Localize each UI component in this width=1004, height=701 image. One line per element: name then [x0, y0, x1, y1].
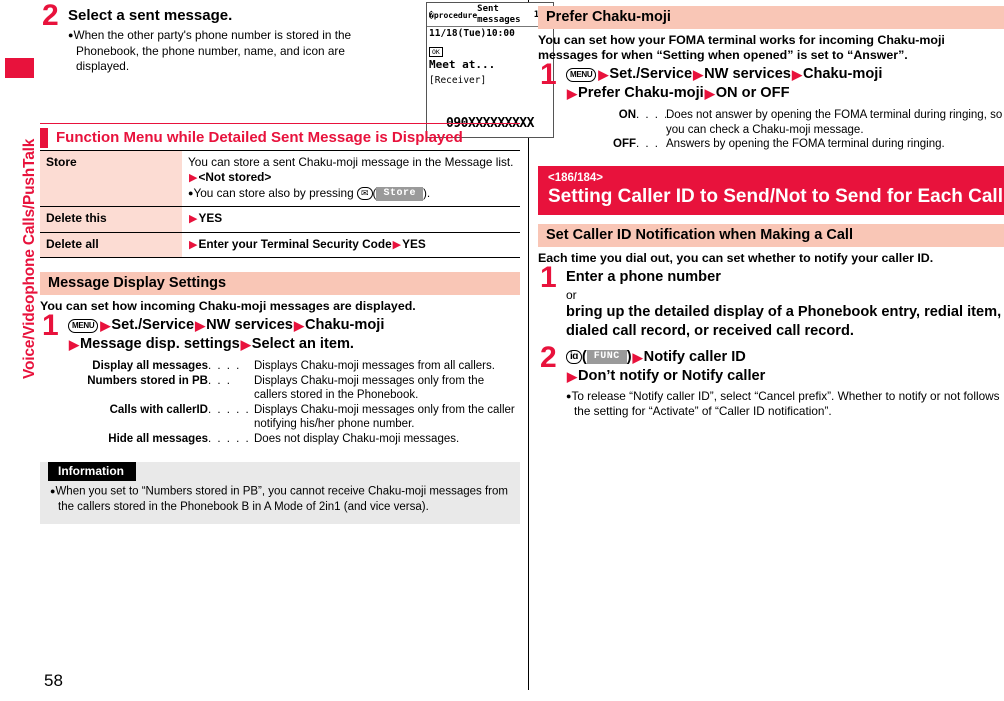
chapter-sidebar: Voice/Videophone Calls/PushTalk: [0, 0, 38, 701]
section-title: Setting Caller ID to Send/Not to Send fo…: [548, 185, 1003, 207]
list-item: Hide all messages . . . . . . . Does not…: [108, 432, 460, 445]
antenna-icon: �procedure: [429, 10, 478, 20]
list-item: Display all messages . . . . Displays Ch…: [92, 360, 495, 373]
list-item: Calls with callerID . . . . . . . Displa…: [109, 403, 515, 431]
step-message-display-settings: 1 MENU ▶ Set./Service ▶ NW services ▶ Chaku…: [40, 311, 520, 446]
arrow-icon: ▶: [598, 67, 609, 82]
information-box: Information ●When you set to “Numbers st…: [40, 462, 520, 524]
message-display-lead: You can set how incoming Chaku-moji mess…: [40, 299, 416, 314]
store-button-glyph: Store: [376, 186, 423, 201]
table-row: Delete all ▶Enter your Terminal Security…: [40, 232, 520, 259]
chapter-title-vertical: Voice/Videophone Calls/PushTalk: [21, 138, 38, 379]
step-path-line-2: ▶ Message disp. settings ▶ Select an item.: [69, 336, 354, 353]
step-line-or: or: [566, 287, 577, 302]
message-display-options: Display all messages . . . . Displays Ch…: [68, 359, 520, 446]
set-caller-id-lead: Each time you dial out, you can set whet…: [538, 250, 934, 265]
step-number: 2: [540, 340, 557, 374]
envelope-icon: ✉: [356, 187, 373, 201]
store-desc-line: You can store a sent Chaku-moji message …: [188, 154, 514, 169]
step-bullet: ●When the other party's phone number is …: [68, 28, 352, 74]
prefer-chaku-moji-options: ON . . . . Does not answer by opening th…: [600, 108, 1004, 152]
phone-screen-date: 11/18(Tue)10:00: [429, 28, 515, 39]
table-row: Delete this ▶YES: [40, 206, 520, 233]
arrow-icon: ▶: [567, 86, 577, 101]
list-item: OFF . . . Answers by opening the FOMA te…: [613, 138, 945, 150]
store-press-line: ●You can store also by pressing ✉(Store)…: [188, 185, 431, 201]
step-number: 1: [540, 260, 557, 294]
page-number: 58: [44, 671, 63, 690]
list-item: ON . . . . Does not answer by opening th…: [618, 109, 1003, 136]
arrow-icon: ▶: [189, 238, 198, 251]
step-path-line-1: MENU ▶ Set./Service ▶ NW services ▶ Chaku-m…: [68, 316, 520, 335]
table-cell-value: You can store a sent Chaku-moji message …: [182, 149, 520, 208]
phone-screen-title: Sent messages: [477, 4, 521, 25]
arrow-icon: ▶: [189, 213, 198, 226]
phone-screen-mock: �procedure Sent messages 1/7 11/18(Tue)1…: [426, 2, 554, 138]
step-line-1: Enter a phone number: [566, 268, 721, 285]
phone-status-bar: �procedure Sent messages 1/7: [427, 3, 553, 27]
arrow-icon: ▶: [189, 172, 198, 185]
heading-accent-bar: [40, 127, 48, 148]
section-subtitle: <186/184>: [548, 171, 604, 184]
phone-ok-badge: OK: [429, 47, 443, 57]
table-cell-key: Store: [40, 149, 182, 208]
information-tab-label: Information: [48, 462, 136, 482]
caller-id-section-title: <186/184> Setting Caller ID to Send/Not …: [538, 165, 1004, 215]
arrow-icon: ▶: [632, 349, 643, 365]
step-enter-phone-number: 1 Enter a phone number or bring up the d…: [538, 262, 1004, 341]
table-cell-key: Delete this: [40, 206, 182, 233]
step-line-3: bring up the detailed display of a Phone…: [566, 303, 1002, 339]
arrow-icon: ▶: [240, 337, 251, 353]
func-button-glyph: FUNC: [586, 350, 627, 364]
store-arrow-line: ▶<Not stored>: [189, 170, 272, 185]
right-column: Prefer Chaku-moji You can set how your F…: [538, 0, 1004, 660]
arrow-icon: ▶: [100, 318, 111, 334]
menu-key-icon: MENU: [68, 318, 99, 333]
i-alpha-key-icon: iɑ: [566, 350, 582, 364]
step-number: 1: [540, 58, 557, 91]
table-row: Store You can store a sent Chaku-moji me…: [40, 149, 520, 208]
table-cell-key: Delete all: [40, 232, 182, 259]
step-bullet: ●To release “Notify caller ID”, select “…: [566, 388, 1000, 419]
arrow-icon: ▶: [791, 67, 802, 82]
step-number: 1: [42, 309, 59, 343]
arrow-icon: ▶: [293, 318, 304, 334]
information-item: ●When you set to “Numbers stored in PB”,…: [50, 485, 508, 513]
step-path-line-1: iɑ(FUNC) ▶ Notify caller ID: [566, 348, 1004, 367]
arrow-icon: ▶: [69, 337, 79, 353]
step-prefer-chaku-moji: 1 MENU ▶ Set./Service ▶ NW services ▶ Chaku…: [538, 60, 1004, 152]
arrow-icon: ▶: [567, 368, 577, 384]
arrow-icon: ▶: [392, 238, 402, 251]
function-menu-heading: Function Menu while Detailed Sent Messag…: [40, 122, 520, 150]
step-number: 2: [42, 0, 59, 32]
phone-receiver-label: [Receiver]: [429, 75, 487, 86]
step-path-line-2: ▶ Prefer Chaku-moji ▶ ON or OFF: [567, 85, 790, 101]
prefer-chaku-moji-lead: You can set how your FOMA terminal works…: [538, 33, 945, 62]
arrow-icon: ▶: [693, 67, 704, 82]
list-item: Numbers stored in PB . . . Displays Chak…: [87, 374, 485, 402]
menu-key-icon: MENU: [566, 67, 597, 82]
step-notify-caller-id: 2 iɑ(FUNC) ▶ Notify caller ID ▶ Don’t notif…: [538, 342, 1004, 420]
phone-message-body: Meet at...: [429, 58, 496, 71]
step-path-line-2: ▶ Don’t notify or Notify caller: [567, 367, 766, 384]
message-display-heading: Message Display Settings: [40, 272, 520, 296]
arrow-icon: ▶: [704, 86, 715, 101]
arrow-icon: ▶: [195, 318, 206, 334]
function-menu-table: Store You can store a sent Chaku-moji me…: [40, 149, 520, 259]
table-cell-value: ▶YES: [182, 206, 520, 233]
left-column: 2 Select a sent message. ●When the other…: [40, 0, 554, 660]
set-caller-id-heading: Set Caller ID Notification when Making a…: [538, 223, 1004, 247]
table-cell-value: ▶Enter your Terminal Security Code▶YES: [182, 232, 520, 259]
prefer-chaku-moji-heading: Prefer Chaku-moji: [538, 6, 1004, 29]
step-path-line-1: MENU ▶ Set./Service ▶ NW services ▶ Chaku-m…: [566, 65, 1004, 84]
